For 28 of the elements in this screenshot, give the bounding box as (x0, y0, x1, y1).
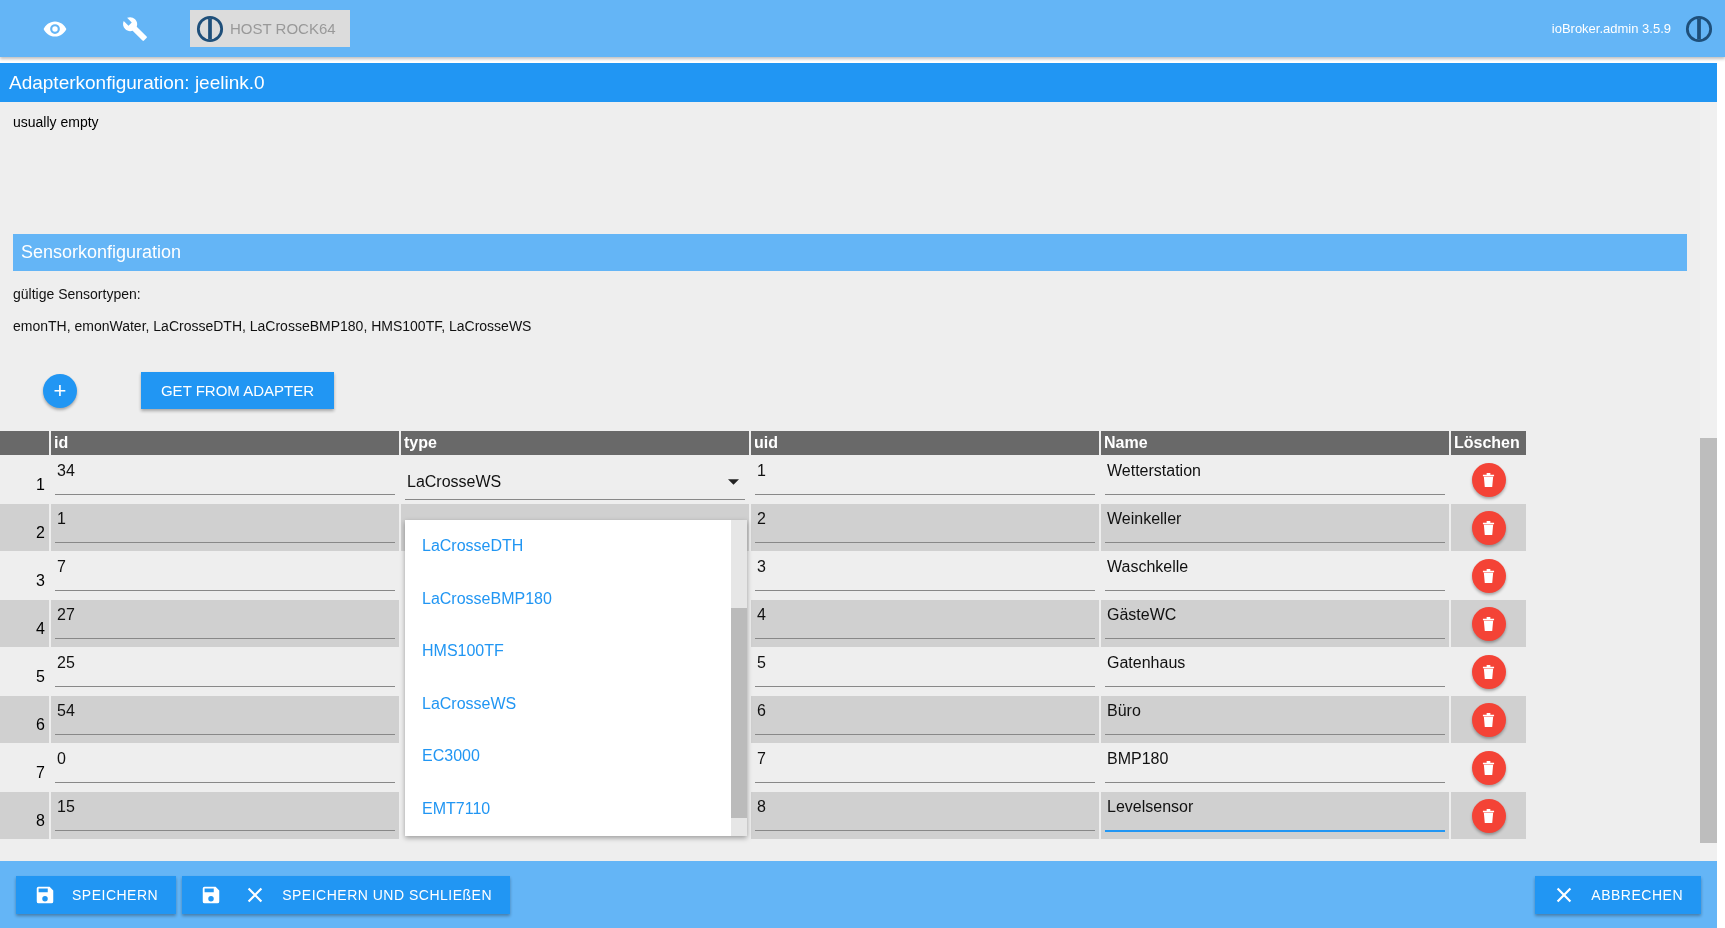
input-field[interactable]: 7 (755, 748, 1095, 783)
row-number: 8 (0, 791, 51, 839)
select-field[interactable]: LaCrosseWS (405, 465, 745, 500)
types-list: emonTH, emonWater, LaCrosseDTH, LaCrosseBMP180, HMS100TF, LaCrosseWS (13, 318, 1687, 334)
input-field[interactable]: Gatenhaus (1105, 652, 1445, 687)
row-number: 6 (0, 695, 51, 743)
row-number: 4 (0, 599, 51, 647)
section-header: Sensorkonfiguration (13, 234, 1687, 271)
input-field[interactable]: 0 (55, 748, 395, 783)
row-number: 2 (0, 503, 51, 551)
input-field[interactable]: 25 (55, 652, 395, 687)
column-header: id (51, 431, 401, 455)
input-field[interactable]: 5 (755, 652, 1095, 687)
input-field[interactable]: 1 (755, 460, 1095, 495)
column-header: Name (1101, 431, 1451, 455)
input-field[interactable]: 34 (55, 460, 395, 495)
column-header: Löschen (1451, 431, 1528, 455)
column-header: uid (751, 431, 1101, 455)
input-field[interactable]: 3 (755, 556, 1095, 591)
note-text: usually empty (13, 114, 100, 132)
version-label: ioBroker.admin 3.5.9 (1551, 21, 1671, 36)
input-field[interactable]: Wetterstation (1105, 460, 1445, 495)
dialog-title: Adapterkonfiguration: jeelink.0 (0, 63, 1717, 102)
input-field[interactable]: Waschkelle (1105, 556, 1445, 591)
column-header: type (401, 431, 751, 455)
types-label: gültige Sensortypen: (13, 286, 142, 302)
input-field[interactable]: BMP180 (1105, 748, 1445, 783)
input-field[interactable]: 7 (55, 556, 395, 591)
